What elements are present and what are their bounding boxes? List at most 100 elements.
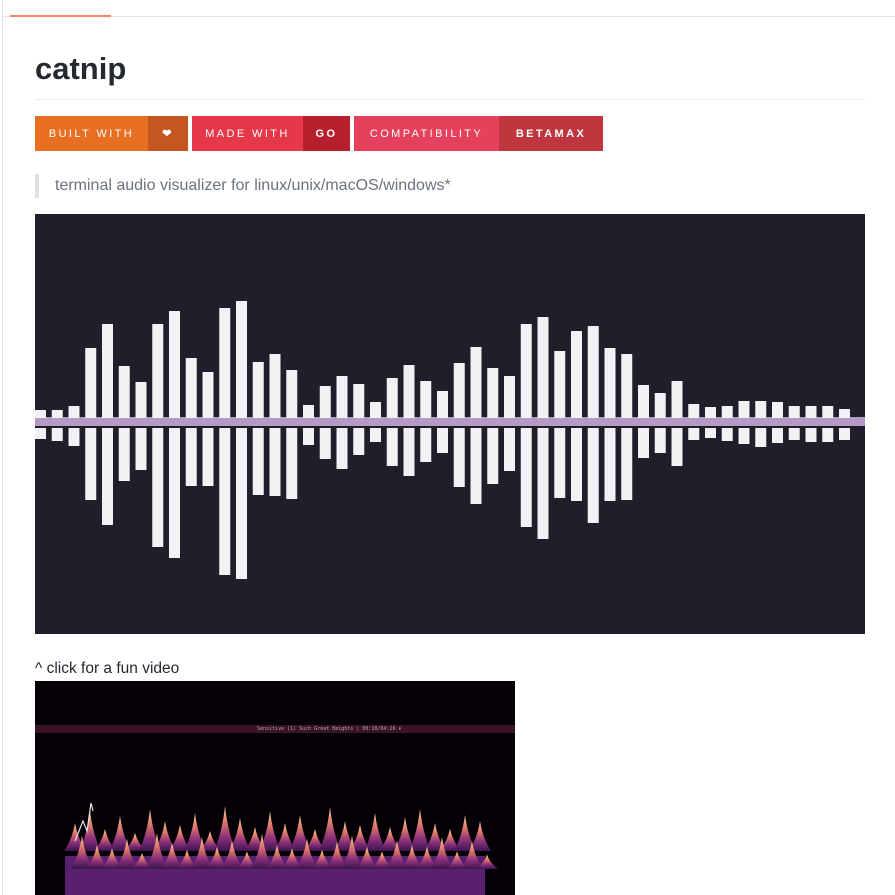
- visualizer-bar-top: [169, 311, 180, 418]
- visualizer-bar-top: [453, 363, 465, 418]
- visualizer-bar-bottom: [537, 428, 549, 539]
- visualizer-bar-bottom: [805, 428, 817, 442]
- visualizer-bar-bottom: [68, 428, 80, 446]
- video-caption: ^ click for a fun video: [35, 660, 180, 677]
- audio-visualizer-image: [35, 301, 865, 579]
- visualizer-bar-top: [403, 365, 415, 418]
- active-tab-indicator: [10, 15, 111, 17]
- visualizer-bar-top: [621, 354, 633, 418]
- visualizer-bar-bottom: [671, 428, 683, 466]
- visualizer-bar-bottom: [738, 428, 750, 444]
- visualizer-bar-top: [671, 381, 683, 418]
- video-3d-spectrum-image: [64, 802, 498, 895]
- visualizer-bar-bottom: [236, 428, 247, 579]
- visualizer-bar-top: [587, 326, 599, 418]
- visualizer-bar-bottom: [152, 428, 164, 547]
- visualizer-bar-bottom: [420, 428, 432, 462]
- visualizer-bar-top: [470, 347, 482, 418]
- video-thumbnail-link[interactable]: Sensitive (1) Such Great Heights | 00:18…: [35, 681, 515, 895]
- badge-row: BUILT WITH ❤ MADE WITH GO COMPATIBILITY …: [35, 116, 603, 151]
- visualizer-bar-top: [721, 406, 733, 418]
- spectrum-peak: [364, 813, 386, 851]
- visualizer-bar-bottom: [303, 428, 314, 445]
- visualizer-bar-top: [370, 402, 381, 418]
- visualizer-bar-bottom: [788, 428, 800, 440]
- made-with-go-badge[interactable]: MADE WITH GO: [192, 116, 350, 151]
- spectrum-peak: [319, 807, 341, 851]
- visualizer-bar-bottom: [504, 428, 515, 471]
- visualizer-bar-bottom: [470, 428, 482, 504]
- visualizer-screenshot-link[interactable]: [35, 214, 865, 634]
- visualizer-bar-bottom: [51, 428, 63, 441]
- visualizer-bar-bottom: [202, 428, 214, 486]
- visualizer-bar-top: [102, 324, 113, 418]
- visualizer-bar-top: [135, 382, 147, 418]
- visualizer-bar-top: [185, 358, 197, 418]
- visualizer-bar-bottom: [554, 428, 566, 498]
- visualizer-bar-top: [805, 406, 817, 418]
- visualizer-bar-top: [554, 351, 566, 418]
- visualizer-bar-top: [839, 409, 850, 418]
- visualizer-bar-bottom: [772, 428, 783, 443]
- description-quote: terminal audio visualizer for linux/unix…: [35, 174, 451, 198]
- visualizer-bar-top: [152, 324, 164, 418]
- heart-icon: ❤: [162, 128, 174, 140]
- visualizer-bar-top: [420, 381, 432, 418]
- visualizer-bar-bottom: [269, 428, 281, 496]
- visualizer-bar-top: [822, 406, 834, 418]
- visualizer-bar-bottom: [705, 428, 716, 438]
- visualizer-bar-bottom: [487, 428, 499, 484]
- visualizer-bar-top: [537, 317, 549, 418]
- visualizer-bar-top: [688, 404, 700, 418]
- visualizer-bar-top: [504, 376, 515, 418]
- visualizer-bar-bottom: [353, 428, 365, 455]
- visualizer-bar-top: [604, 348, 616, 418]
- badge-value: BETAMAX: [499, 116, 603, 151]
- visualizer-bar-bottom: [35, 428, 46, 439]
- visualizer-bar-top: [437, 391, 448, 418]
- visualizer-bar-top: [236, 301, 247, 418]
- visualizer-bar-bottom: [252, 428, 264, 495]
- visualizer-bar-bottom: [587, 428, 599, 523]
- visualizer-bar-top: [319, 386, 331, 418]
- visualizer-bar-top: [654, 393, 666, 418]
- visualizer-bar-bottom: [638, 428, 649, 458]
- visualizer-bar-top: [252, 362, 264, 418]
- visualizer-bar-top: [571, 331, 582, 418]
- visualizer-bar-bottom: [169, 428, 180, 558]
- visualizer-bar-top: [705, 407, 716, 418]
- visualizer-bar-top: [202, 372, 214, 418]
- badge-value: ❤: [148, 116, 188, 151]
- visualizer-bar-bottom: [219, 428, 231, 575]
- built-with-love-badge[interactable]: BUILT WITH ❤: [35, 116, 188, 151]
- visualizer-bar-top: [738, 401, 750, 418]
- visualizer-bar-bottom: [319, 428, 331, 459]
- title-divider: [35, 99, 865, 100]
- visualizer-bar-bottom: [286, 428, 298, 499]
- visualizer-bar-bottom: [604, 428, 616, 501]
- visualizer-bar-top: [520, 324, 532, 418]
- visualizer-bar-bottom: [453, 428, 465, 487]
- visualizer-bar-bottom: [822, 428, 834, 442]
- visualizer-bar-top: [788, 406, 800, 418]
- visualizer-bar-top: [219, 308, 231, 418]
- visualizer-bar-bottom: [403, 428, 415, 476]
- visualizer-bar-top: [35, 410, 46, 418]
- visualizer-bar-bottom: [336, 428, 348, 469]
- visualizer-bar-top: [386, 378, 398, 418]
- visualizer-bar-bottom: [118, 428, 130, 481]
- visualizer-bar-bottom: [102, 428, 113, 525]
- visualizer-bar-bottom: [688, 428, 700, 440]
- tab-bar-divider: [2, 16, 895, 17]
- visualizer-bar-bottom: [370, 428, 381, 442]
- visualizer-bar-top: [638, 385, 649, 418]
- spectrum-peak: [409, 809, 431, 851]
- visualizer-bar-bottom: [621, 428, 633, 500]
- visualizer-bar-bottom: [654, 428, 666, 453]
- visualizer-center-line: [35, 417, 865, 426]
- visualizer-bar-top: [286, 370, 298, 418]
- visualizer-bar-bottom: [85, 428, 97, 500]
- visualizer-bar-bottom: [571, 428, 582, 501]
- visualizer-bar-bottom: [135, 428, 147, 470]
- compatibility-betamax-badge[interactable]: COMPATIBILITY BETAMAX: [354, 116, 603, 151]
